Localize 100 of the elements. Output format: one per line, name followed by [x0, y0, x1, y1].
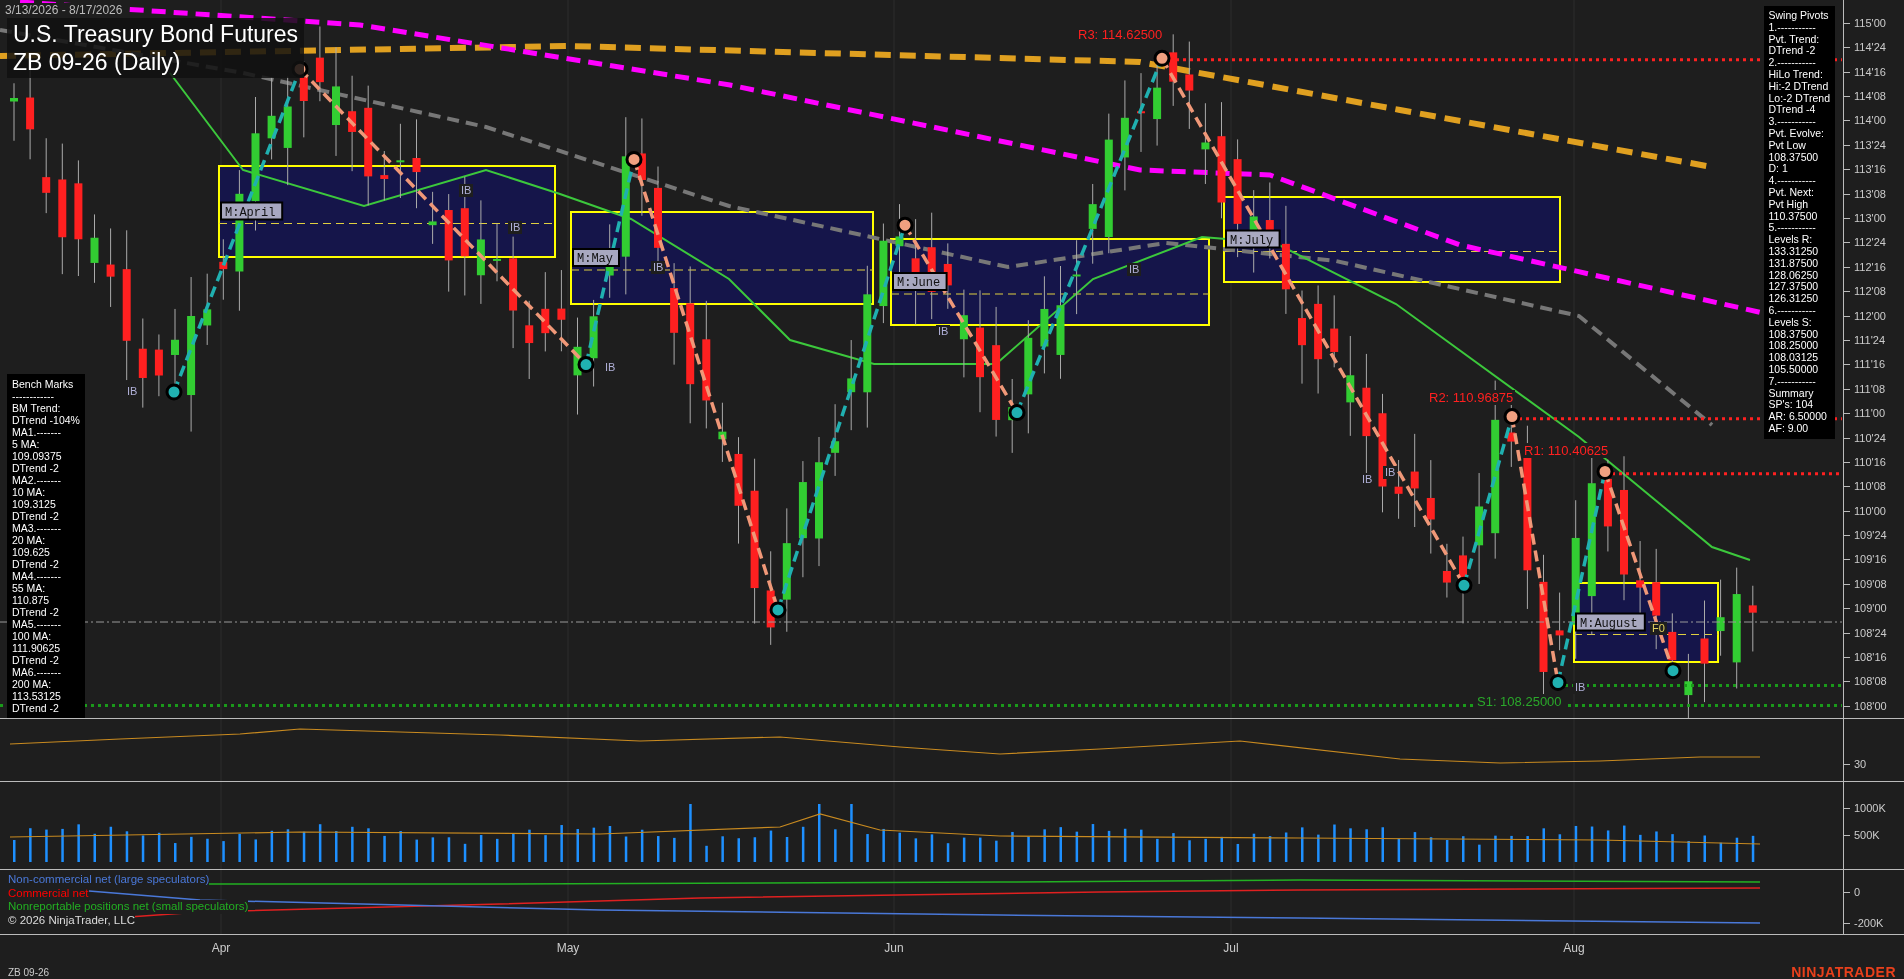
- bar-marker-label: IB: [1383, 466, 1398, 479]
- brand-logo: NINJATRADER: [1791, 964, 1896, 979]
- axis-label: 0: [1844, 885, 1904, 899]
- month-label: M:August: [1575, 612, 1646, 632]
- instrument-label: ZB 09-26: [8, 966, 50, 978]
- panel-text: Hi:-2 DTrend: [1768, 80, 1830, 93]
- panel-text: SP's: 104: [1768, 399, 1815, 412]
- axis-label: 113'16: [1844, 157, 1904, 182]
- month-label: M:June: [892, 272, 948, 291]
- axis-label: 109'16: [1844, 547, 1904, 572]
- axis-label: Jul: [1223, 941, 1239, 955]
- axis-label: Jun: [884, 941, 904, 955]
- pivot-level-label: S1: 108.25000: [1475, 694, 1564, 709]
- panel-text: 7.-----------: [1768, 375, 1817, 388]
- panel-text: Pvt. Evolve:: [1768, 127, 1825, 140]
- axis-label: 30: [1844, 757, 1904, 771]
- panel-text: AF: 9.00: [1768, 422, 1810, 435]
- pivot-level-label: R2: 110.96875: [1427, 390, 1516, 405]
- bar-marker-label: IB: [125, 385, 140, 398]
- panel-text: D: 1: [1768, 163, 1789, 176]
- pivot-level-label: R3: 114.62500: [1076, 27, 1165, 42]
- axis-label: 1000K: [1844, 801, 1904, 815]
- panel-text: 5.-----------: [1768, 222, 1817, 235]
- axis-label: Apr: [211, 941, 231, 955]
- month-label: M:April: [220, 201, 284, 221]
- panel-text: 10 MA:: [12, 486, 47, 498]
- axis-label: 111'16: [1844, 352, 1904, 377]
- panel-text: 108.25000: [1768, 340, 1820, 353]
- panel-text: MA2.-------: [12, 474, 62, 486]
- panel-text: 6.-----------: [1768, 304, 1817, 317]
- axis-label: 108'08: [1844, 669, 1904, 694]
- panel-text: DTrend -2: [12, 702, 60, 714]
- axis-label: 108'16: [1844, 644, 1904, 670]
- panel-text: 20 MA:: [12, 534, 47, 546]
- axis-label: 111'24: [1844, 327, 1904, 353]
- axis-label: 108'00: [1844, 693, 1904, 718]
- panel-text: AR: 6.50000: [1768, 411, 1828, 423]
- pivot-level-label: R1: 110.40625: [1522, 443, 1611, 458]
- panel-text: Swing Pivots: [1768, 10, 1830, 22]
- bar-marker-label: IB: [1573, 681, 1588, 694]
- panel-text: 109.625: [12, 546, 51, 558]
- chart-title: U.S. Treasury Bond Futures: [13, 20, 299, 48]
- panel-text: 113.53125: [12, 690, 62, 702]
- panel-text: DTrend -2: [12, 558, 60, 570]
- panel-text: MA1.-------: [12, 426, 62, 438]
- axis-label: 111'08: [1844, 376, 1904, 401]
- axis-label: 113'08: [1844, 181, 1904, 206]
- bar-marker-label: IB: [603, 361, 618, 374]
- axis-label: 108'24: [1844, 620, 1904, 645]
- panel-text: Levels R:: [1768, 234, 1814, 246]
- legend-text: Nonreportable positions net (small speculators): [8, 900, 249, 914]
- panel-text: DTrend -104%: [12, 414, 80, 426]
- axis-label: -200K: [1844, 916, 1904, 930]
- date-range: 3/13/2026 - 8/17/2026: [5, 3, 123, 17]
- axis-label: 110'08: [1844, 474, 1904, 499]
- panel-text: MA4.-------: [12, 570, 62, 582]
- panel-text: 3.-----------: [1768, 116, 1817, 128]
- panel-text: Pvt Low: [1768, 139, 1807, 152]
- panel-text: 111.90625: [12, 642, 62, 654]
- axis-label: 110'00: [1844, 498, 1904, 523]
- panel-text: ------------: [12, 390, 55, 402]
- axis-label: 112'16: [1844, 254, 1904, 279]
- axis-label: 114'00: [1844, 108, 1904, 133]
- axis-label: 114'08: [1844, 83, 1904, 109]
- panel-text: 55 MA:: [12, 582, 47, 594]
- axis-label: Aug: [1563, 941, 1585, 955]
- axis-label: 111'00: [1844, 400, 1904, 426]
- panel-text: 2.-----------: [1768, 57, 1817, 69]
- panel-text: 131.87500: [1768, 257, 1820, 270]
- panel-text: 110.875: [12, 594, 51, 606]
- panel-text: HiLo Trend:: [1768, 69, 1824, 81]
- bar-marker-label: IB: [459, 184, 474, 197]
- panel-text: MA5.-------: [12, 618, 62, 630]
- panel-text: 4.-----------: [1768, 175, 1817, 187]
- panel-text: DTrend -2: [12, 606, 60, 618]
- panel-text: 133.31250: [1768, 245, 1820, 258]
- axis-label: 110'24: [1844, 425, 1904, 450]
- panel-text: 200 MA:: [12, 678, 53, 690]
- chart-subtitle: ZB 09-26 (Daily): [13, 48, 182, 76]
- bar-marker-label: IB: [1360, 473, 1375, 486]
- panel-text: 108.03125: [1768, 352, 1820, 364]
- month-label: M:May: [572, 248, 620, 267]
- bar-marker-label: F0: [1650, 622, 1667, 635]
- panel-text: MA6.-------: [12, 666, 62, 678]
- panel-text: MA3.-------: [12, 522, 62, 534]
- panel-text: DTrend -4: [1768, 104, 1817, 117]
- panel-text: 128.06250: [1768, 269, 1820, 282]
- panel-text: 108.37500: [1768, 328, 1820, 341]
- bar-marker-label: IB: [936, 325, 951, 338]
- axis-label: 115'00: [1844, 10, 1904, 36]
- axis-label: 109'24: [1844, 522, 1904, 548]
- panel-text: 1.-----------: [1768, 21, 1817, 34]
- axis-label: 112'08: [1844, 279, 1904, 304]
- axis-label: 113'00: [1844, 205, 1904, 231]
- panel-text: Summary: [1768, 387, 1815, 400]
- axis-label: 112'24: [1844, 230, 1904, 255]
- axis-label: 112'00: [1844, 303, 1904, 328]
- legend-text: Non-commercial net (large speculators): [8, 873, 210, 887]
- panel-text: 105.50000: [1768, 363, 1820, 376]
- panel-text: Pvt. Next:: [1768, 186, 1816, 199]
